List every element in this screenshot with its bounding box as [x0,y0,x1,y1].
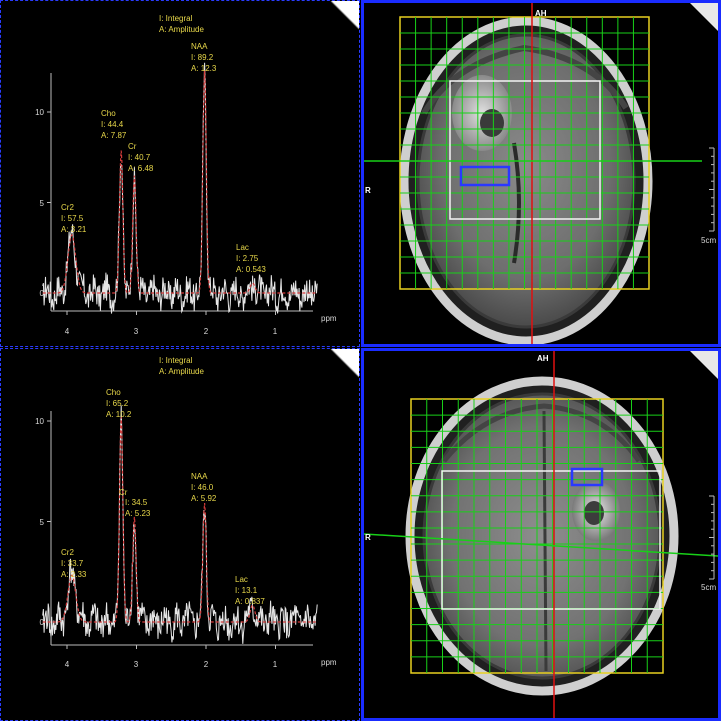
x-tick-label: 2 [204,327,209,336]
x-tick-label: 4 [65,660,70,669]
svg-text:NAA: NAA [191,42,208,51]
spectrum-raw-line [42,62,318,314]
lesion-core [584,501,604,525]
svg-text:A: 10.2: A: 10.2 [106,410,132,419]
peak-label-cr: Cr I: 40.7 A: 6.48 [128,142,154,173]
corner-fold-icon[interactable] [690,351,718,379]
peak-label-cr2: Cr2 I: 57.5 A: 3.21 [61,203,87,234]
scale-label: 5cm [701,236,716,245]
scale-ruler [709,495,715,580]
corner-fold-icon[interactable] [690,3,718,31]
spectrum-panel-bottom: I: Integral A: Amplitude 10 5 0 4 3 2 1 … [0,348,360,721]
midline-fissure [542,410,548,672]
svg-text:Cho: Cho [106,388,121,397]
svg-text:Lac: Lac [235,575,248,584]
x-tick-label: 3 [134,660,139,669]
mri-panel-top[interactable]: AH R 5cm [361,0,721,347]
scale-ruler [709,147,715,232]
legend-amplitude: A: Amplitude [159,25,204,34]
peak-label-lac: Lac I: 2.75 A: 0.543 [236,243,266,274]
y-tick-label: 10 [35,108,44,117]
svg-text:I: 13.1: I: 13.1 [235,586,258,595]
y-tick-label: 5 [40,199,45,208]
svg-text:I: 2.75: I: 2.75 [236,254,259,263]
svg-text:A: 3.21: A: 3.21 [61,225,87,234]
svg-text:I: 40.7: I: 40.7 [128,153,151,162]
mri-viewport-bottom[interactable]: AH R 5cm [364,351,718,718]
orientation-side-label: R [365,186,371,195]
x-tick-label: 2 [204,660,209,669]
peak-label-naa: NAA I: 89.2 A: 12.3 [191,42,217,73]
y-tick-label: 10 [35,417,44,426]
svg-text:A: 5.92: A: 5.92 [191,494,217,503]
svg-text:A: 2.33: A: 2.33 [61,570,87,579]
svg-text:Cr: Cr [128,142,137,151]
spectrum-chart-bottom: I: Integral A: Amplitude 10 5 0 4 3 2 1 … [35,349,359,669]
legend-integral: I: Integral [159,356,193,365]
x-tick-label: 1 [273,660,278,669]
mri-panel-bottom[interactable]: AH R 5cm [361,348,721,721]
mri-viewport-top[interactable]: AH R 5cm [364,3,718,344]
spectrum-raw-line [42,405,318,644]
x-axis-unit: ppm [321,658,337,667]
spectrum-fit-line [42,70,318,294]
x-tick-label: 1 [273,327,278,336]
svg-text:I: 46.0: I: 46.0 [191,483,214,492]
peak-label-cr2: Cr2 I: 33.7 A: 2.33 [61,548,87,579]
scale-label: 5cm [701,583,716,592]
svg-text:Cho: Cho [101,109,116,118]
peak-label-cho: Cho I: 44.4 A: 7.87 [101,109,127,140]
spectrum-panel-top: I: Integral A: Amplitude 10 5 0 4 3 2 1 … [0,0,360,347]
x-tick-label: 4 [65,327,70,336]
legend-integral: I: Integral [159,14,193,23]
x-axis-unit: ppm [321,314,337,323]
y-tick-label: 5 [40,518,45,527]
orientation-side-label: R [365,533,371,542]
spectrum-chart-top: I: Integral A: Amplitude 10 5 0 4 3 2 1 … [35,1,359,336]
svg-text:A: 7.87: A: 7.87 [101,131,127,140]
svg-text:A: 0.543: A: 0.543 [236,265,266,274]
svg-text:I: 89.2: I: 89.2 [191,53,214,62]
spectrum-fit-line [42,416,318,623]
orientation-top-label: AH [537,354,549,363]
peak-label-cho: Cho I: 65.2 A: 10.2 [106,388,132,419]
svg-text:Cr2: Cr2 [61,203,74,212]
svg-text:Cr2: Cr2 [61,548,74,557]
legend-amplitude: A: Amplitude [159,367,204,376]
peak-label-naa: NAA I: 46.0 A: 5.92 [191,472,217,503]
svg-text:I: 44.4: I: 44.4 [101,120,124,129]
peak-label-lac: Lac I: 13.1 A: 0.837 [235,575,265,606]
svg-text:A: 5.23: A: 5.23 [125,509,151,518]
svg-text:A: 0.837: A: 0.837 [235,597,265,606]
svg-text:I: 34.5: I: 34.5 [125,498,148,507]
svg-text:Cr: Cr [119,488,128,497]
svg-text:NAA: NAA [191,472,208,481]
brain-tissue [422,392,662,680]
svg-text:A: 6.48: A: 6.48 [128,164,154,173]
x-tick-label: 3 [134,327,139,336]
peak-label-cr: Cr I: 34.5 A: 5.23 [119,488,151,518]
svg-text:A: 12.3: A: 12.3 [191,64,217,73]
svg-text:I: 65.2: I: 65.2 [106,399,129,408]
svg-text:I: 57.5: I: 57.5 [61,214,84,223]
svg-text:Lac: Lac [236,243,249,252]
svg-text:I: 33.7: I: 33.7 [61,559,84,568]
orientation-top-label: AH [535,9,547,18]
